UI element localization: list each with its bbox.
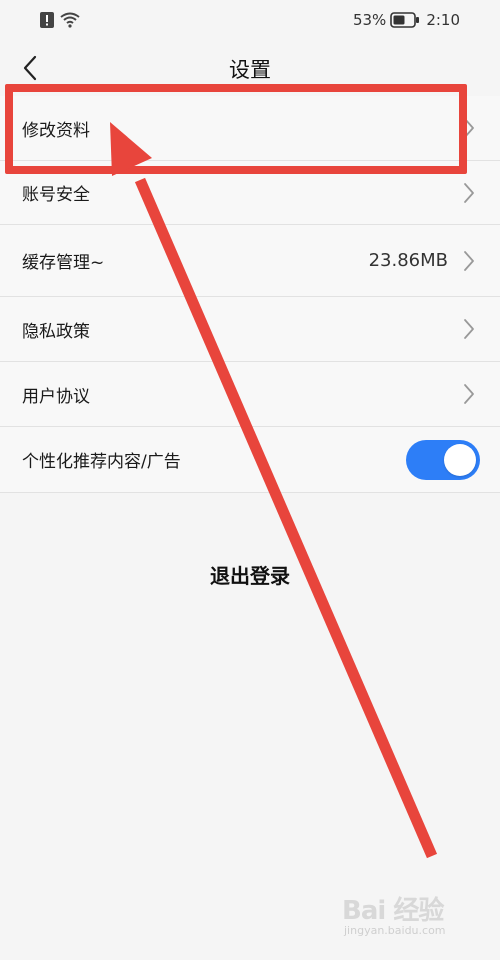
settings-row-personalized-ads: 个性化推荐内容/广告 xyxy=(0,427,500,493)
logout-button[interactable]: 退出登录 xyxy=(0,560,500,589)
page-title: 设置 xyxy=(229,58,271,82)
chevron-right-icon xyxy=(462,117,476,139)
settings-row-cache-management[interactable]: 缓存管理~ 23.86MB xyxy=(0,225,500,297)
chevron-right-icon xyxy=(462,383,476,405)
header: 设置 xyxy=(0,40,500,96)
watermark-logo: Bai 经验 xyxy=(342,896,444,926)
settings-row-account-security[interactable]: 账号安全 xyxy=(0,161,500,225)
cache-size-value: 23.86MB xyxy=(368,250,448,271)
settings-row-label: 用户协议 xyxy=(22,386,90,407)
settings-row-label: 个性化推荐内容/广告 xyxy=(22,452,181,472)
wifi-icon xyxy=(60,12,80,28)
settings-row-user-agreement[interactable]: 用户协议 xyxy=(0,362,500,427)
status-right: 53% 2:10 xyxy=(347,10,460,30)
settings-row-label: 修改资料 xyxy=(22,120,90,141)
watermark-sub: jingyan.baidu.com xyxy=(344,924,446,937)
settings-list: 修改资料 账号安全 缓存管理~ 23.86MB 隐私政策 用户协议 个性化推荐内… xyxy=(0,96,500,493)
settings-row-label: 账号安全 xyxy=(22,185,90,205)
settings-row-label: 缓存管理~ xyxy=(22,253,105,273)
status-time: 2:10 xyxy=(426,11,460,29)
battery-percent: 53% xyxy=(352,11,387,29)
status-bar: 53% 2:10 xyxy=(0,0,500,40)
toggle-knob xyxy=(444,443,476,476)
settings-row-privacy-policy[interactable]: 隐私政策 xyxy=(0,297,500,362)
watermark: Bai 经验 jingyan.baidu.com xyxy=(342,890,472,942)
battery-icon xyxy=(390,12,420,28)
chevron-right-icon xyxy=(462,182,476,204)
settings-row-label: 隐私政策 xyxy=(22,321,90,342)
status-left xyxy=(40,10,80,30)
settings-row-edit-profile[interactable]: 修改资料 xyxy=(0,96,500,161)
personalized-ads-toggle[interactable] xyxy=(406,439,480,480)
chevron-right-icon xyxy=(462,250,476,272)
alert-icon xyxy=(40,12,54,28)
chevron-right-icon xyxy=(462,318,476,340)
